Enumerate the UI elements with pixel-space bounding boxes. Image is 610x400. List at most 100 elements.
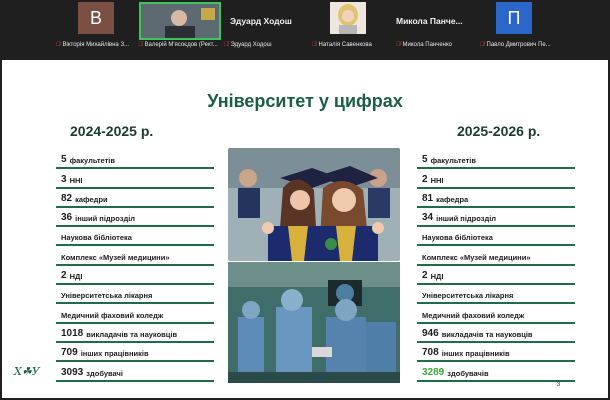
students-graduation-photo <box>228 148 400 261</box>
stat-value: 36 <box>61 212 73 224</box>
stat-row: 3289 здобувачів <box>417 362 575 382</box>
participant-avatar: П <box>496 2 532 34</box>
stat-row: 709 інших працівників <box>56 343 214 363</box>
university-logo: Х☘У <box>14 365 40 378</box>
mic-muted-icon: 🎙̸ <box>56 42 61 48</box>
stat-row: 2 ННІ <box>417 169 575 189</box>
participant-name: Вікторія Михайлівна З... <box>62 42 130 48</box>
stat-row: 81 кафедра <box>417 189 575 208</box>
participant-tile-6[interactable]: П 🎙̸ Павло Дмитрович Пе... <box>480 2 568 50</box>
stat-row: 5 факультетів <box>417 150 575 170</box>
participant-name: Павло Дмитрович Пе... <box>486 42 551 48</box>
surgery-photo-icon <box>228 262 400 383</box>
stat-label: Університетська лікарня <box>422 291 514 301</box>
participant-tile-3[interactable]: Эдуард Ходош 🎙̸ Эдуард Ходош <box>224 2 308 50</box>
stat-label: факультетів <box>430 156 476 166</box>
stat-value: 3289 <box>422 366 445 378</box>
participant-display-name: Микола Панче... <box>396 16 463 26</box>
stat-value: 5 <box>61 154 67 166</box>
stat-row: 2 НДІ <box>56 266 214 286</box>
mic-muted-icon: 🎙̸ <box>138 42 143 48</box>
stat-label: НДІ <box>430 272 444 282</box>
participant-name: Валерій М'ясоєдов (Рект... <box>144 42 218 48</box>
stat-value: 946 <box>422 327 439 339</box>
stat-value: 2 <box>61 270 67 282</box>
stats-list-2024: 5 факультетів 3 ННІ 82 кафедри 36 інший підрозд… <box>56 150 214 382</box>
mic-muted-icon: 🎙̸ <box>224 42 229 48</box>
stat-label: Університетська лікарня <box>61 291 153 301</box>
participant-display-name: Эдуард Ходош <box>230 16 292 26</box>
stat-row: Медичний фаховий коледж <box>417 304 575 324</box>
graduation-photo-icon <box>228 148 400 261</box>
participant-tile-5[interactable]: Микола Панче... 🎙̸ Микола Панченко <box>396 2 478 50</box>
surgery-photo <box>228 262 400 383</box>
stat-label: НДІ <box>69 272 83 282</box>
participant-strip: В 🎙̸ Вікторія Михайлівна З... 🎙̸ Валерій М… <box>0 0 610 52</box>
stat-row: Комплекс «Музей медицини» <box>417 246 575 266</box>
participant-tile-4[interactable]: 🎙̸ Наталія Савенкова <box>312 2 394 50</box>
stat-label: Наукова бібліотека <box>61 233 132 243</box>
right-year-heading: 2025-2026 р. <box>457 123 541 139</box>
stat-label: інших працівників <box>441 349 510 359</box>
stat-value: 81 <box>422 192 434 204</box>
mic-muted-icon: 🎙̸ <box>480 42 485 48</box>
participant-name: Микола Панченко <box>402 42 453 48</box>
stat-row: 946 викладачів та науковців <box>417 324 575 343</box>
stat-label: ННІ <box>430 175 444 185</box>
participant-name: Наталія Савенкова <box>318 42 372 48</box>
stat-label: інших працівників <box>80 349 149 359</box>
left-year-heading: 2024-2025 р. <box>70 123 154 139</box>
stat-label: ННІ <box>69 175 83 185</box>
participant-avatar: В <box>78 2 114 34</box>
video-call-window: В 🎙̸ Вікторія Михайлівна З... 🎙̸ Валерій М… <box>0 0 610 400</box>
stat-row: 708 інших працівників <box>417 343 575 363</box>
stat-value: 709 <box>61 347 78 359</box>
participant-photo <box>330 2 366 34</box>
stat-label: Комплекс «Музей медицини» <box>61 252 170 262</box>
stat-label: викладачів та науковців <box>86 329 178 339</box>
stat-value: 3093 <box>61 366 84 378</box>
stat-value: 2 <box>422 173 428 185</box>
stat-label: інший підрозділ <box>436 214 497 224</box>
stat-row: Наукова бібліотека <box>56 227 214 247</box>
stat-label: інший підрозділ <box>75 214 136 224</box>
stat-row: 5 факультетів <box>56 150 214 170</box>
mic-muted-icon: 🎙̸ <box>396 42 401 48</box>
slide-page-number: 3 <box>557 382 561 388</box>
stat-label: Медичний фаховий коледж <box>422 310 525 320</box>
participant-name: Эдуард Ходош <box>230 42 272 48</box>
stat-label: кафедра <box>436 194 469 204</box>
stat-row: 82 кафедри <box>56 189 214 208</box>
stat-value: 82 <box>61 192 73 204</box>
stats-list-2025: 5 факультетів 2 ННІ 81 кафедра 34 інший підрозд… <box>417 150 575 382</box>
stat-value: 3 <box>61 173 67 185</box>
stat-value: 5 <box>422 154 428 166</box>
stat-label: здобувачі <box>86 368 123 378</box>
participant-video <box>139 2 221 40</box>
stat-row: Університетська лікарня <box>56 285 214 305</box>
stat-value: 2 <box>422 270 428 282</box>
stat-row: Медичний фаховий коледж <box>56 304 214 324</box>
video-feed-icon <box>141 4 219 38</box>
stat-label: здобувачів <box>447 368 489 378</box>
stat-label: Комплекс «Музей медицини» <box>422 252 531 262</box>
stat-value: 1018 <box>61 327 84 339</box>
stat-label: викладачів та науковців <box>441 329 533 339</box>
stat-row: 3 ННІ <box>56 169 214 189</box>
shared-slide: Університет у цифрах 2024-2025 р. 2025-2… <box>2 60 608 398</box>
stat-row: 3093 здобувачі <box>56 362 214 382</box>
stat-row: 2 НДІ <box>417 266 575 286</box>
stat-row: 34 інший підрозділ <box>417 208 575 228</box>
stat-label: кафедри <box>75 194 108 204</box>
participant-tile-2-active-speaker[interactable]: 🎙̸ Валерій М'ясоєдов (Рект... <box>138 2 222 50</box>
participant-tile-1[interactable]: В 🎙̸ Вікторія Михайлівна З... <box>56 2 136 50</box>
stat-value: 708 <box>422 347 439 359</box>
stat-row: Наукова бібліотека <box>417 227 575 247</box>
slide-title: Університет у цифрах <box>207 91 403 111</box>
stat-value: 34 <box>422 212 434 224</box>
stat-label: Наукова бібліотека <box>422 233 493 243</box>
mic-muted-icon: 🎙̸ <box>312 42 317 48</box>
stat-row: Комплекс «Музей медицини» <box>56 246 214 266</box>
stat-row: 36 інший підрозділ <box>56 208 214 228</box>
stat-row: 1018 викладачів та науковців <box>56 324 214 343</box>
